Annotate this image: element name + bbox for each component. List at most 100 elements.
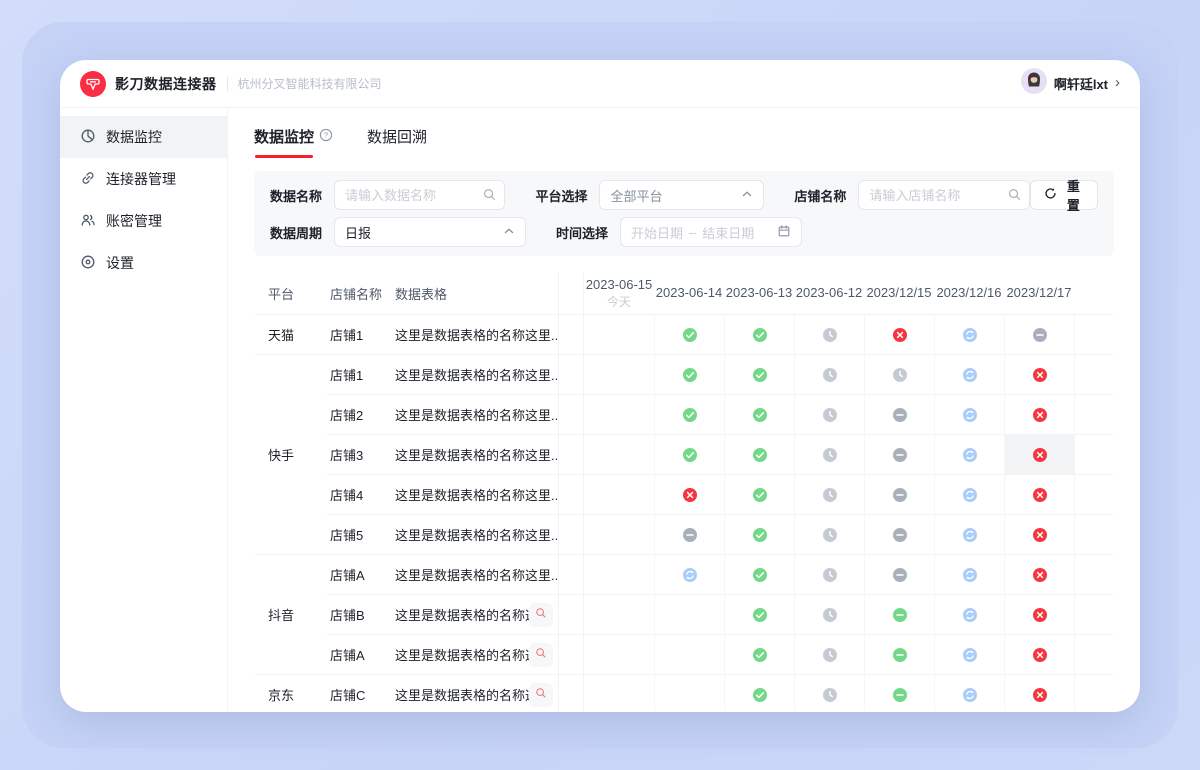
data-name-input[interactable] (334, 180, 505, 210)
status-cell[interactable] (724, 474, 794, 514)
status-cell[interactable] (1004, 514, 1074, 554)
tab-data-monitor[interactable]: 数据监控? (254, 126, 333, 158)
period-select[interactable]: 日报 (334, 217, 526, 247)
platform-cell (254, 474, 326, 514)
table-row: 店铺A这里是数据表格的名称这里... (254, 554, 1114, 594)
status-cell[interactable] (724, 514, 794, 554)
user-menu[interactable]: 啊轩廷lxt › (1021, 68, 1120, 99)
status-syncing-icon (962, 487, 978, 503)
sidebar-item-settings[interactable]: 设置 (60, 242, 227, 284)
status-cell[interactable] (1004, 634, 1074, 674)
status-cell[interactable] (1004, 314, 1074, 354)
date-column-header: 2023-06-14 (654, 272, 724, 314)
status-cell[interactable] (934, 314, 1004, 354)
status-cell[interactable] (864, 354, 934, 394)
reset-button[interactable]: 重置 (1030, 180, 1098, 210)
status-cell[interactable] (724, 314, 794, 354)
column-header: 数据表格 (391, 272, 558, 314)
table-spacer (558, 314, 584, 354)
status-cell[interactable] (794, 354, 864, 394)
sidebar-item-account-management[interactable]: 账密管理 (60, 200, 227, 242)
status-cell[interactable] (794, 434, 864, 474)
status-cell[interactable] (794, 514, 864, 554)
status-cell[interactable] (654, 314, 724, 354)
status-success-icon (752, 607, 768, 623)
status-cell[interactable] (724, 674, 794, 711)
sidebar-item-connector-management[interactable]: 连接器管理 (60, 158, 227, 200)
platform-cell (254, 354, 326, 394)
status-cell[interactable] (794, 554, 864, 594)
table-spacer (558, 554, 584, 594)
search-detail-button[interactable] (529, 643, 553, 667)
status-cell[interactable] (1004, 394, 1074, 434)
status-cell[interactable] (934, 394, 1004, 434)
date-range-picker[interactable]: 开始日期 – 结束日期 (620, 217, 802, 247)
status-cell[interactable] (864, 674, 934, 711)
status-cell[interactable] (724, 554, 794, 594)
status-cell[interactable] (864, 474, 934, 514)
status-cell[interactable] (934, 354, 1004, 394)
status-cell[interactable] (1004, 434, 1074, 474)
chevron-up-icon (741, 188, 753, 203)
status-cell[interactable] (724, 434, 794, 474)
table-name-cell: 这里是数据表格的名称这里... (391, 354, 558, 394)
sidebar-item-data-monitor[interactable]: 数据监控 (60, 116, 227, 158)
platform-select[interactable]: 全部平台 (599, 180, 764, 210)
shop-cell: 店铺1 (326, 354, 391, 394)
status-cell[interactable] (794, 594, 864, 634)
user-name: 啊轩廷lxt (1054, 74, 1108, 93)
status-cell[interactable] (794, 674, 864, 711)
top-bar: 影刀数据连接器 杭州分叉智能科技有限公司 啊轩廷lxt › (60, 60, 1140, 108)
status-cell[interactable] (1004, 594, 1074, 634)
start-date-placeholder: 开始日期 (631, 223, 683, 242)
status-cell[interactable] (654, 434, 724, 474)
table-spacer (558, 474, 584, 514)
status-cell[interactable] (654, 354, 724, 394)
status-cell[interactable] (654, 474, 724, 514)
target-icon (80, 254, 96, 273)
status-cell[interactable] (724, 634, 794, 674)
shop-name-input[interactable] (858, 180, 1029, 210)
status-cell[interactable] (934, 434, 1004, 474)
status-cell[interactable] (654, 394, 724, 434)
magnifier-icon (534, 646, 548, 663)
row-filler (1074, 594, 1114, 634)
status-cell[interactable] (934, 514, 1004, 554)
status-cell[interactable] (794, 394, 864, 434)
table-spacer (558, 674, 584, 711)
status-cell[interactable] (934, 594, 1004, 634)
status-success-icon (752, 487, 768, 503)
status-cell[interactable] (654, 514, 724, 554)
status-cell[interactable] (794, 634, 864, 674)
search-detail-button[interactable] (529, 683, 553, 707)
status-cell[interactable] (934, 474, 1004, 514)
status-cell[interactable] (934, 674, 1004, 711)
status-cell[interactable] (1004, 554, 1074, 594)
status-cell[interactable] (864, 434, 934, 474)
row-filler (1074, 634, 1114, 674)
status-cell[interactable] (864, 514, 934, 554)
status-cell[interactable] (794, 314, 864, 354)
status-cell[interactable] (934, 554, 1004, 594)
status-cell[interactable] (864, 554, 934, 594)
date-column-header: 2023-06-12 (794, 272, 864, 314)
status-cell[interactable] (1004, 354, 1074, 394)
status-cell[interactable] (1004, 474, 1074, 514)
status-minus-gray-icon (682, 527, 698, 543)
status-cell (654, 674, 724, 711)
status-cell[interactable] (864, 314, 934, 354)
status-cell[interactable] (724, 354, 794, 394)
help-icon[interactable]: ? (319, 128, 333, 146)
status-cell[interactable] (864, 594, 934, 634)
status-cell[interactable] (864, 634, 934, 674)
date-column-header: 2023/12/17 (1004, 272, 1074, 314)
tab-data-backtrack[interactable]: 数据回溯 (367, 126, 427, 158)
status-cell[interactable] (1004, 674, 1074, 711)
status-cell[interactable] (654, 554, 724, 594)
status-cell[interactable] (794, 474, 864, 514)
search-detail-button[interactable] (529, 603, 553, 627)
status-cell[interactable] (724, 394, 794, 434)
status-cell[interactable] (934, 634, 1004, 674)
status-cell[interactable] (724, 594, 794, 634)
status-cell[interactable] (864, 394, 934, 434)
